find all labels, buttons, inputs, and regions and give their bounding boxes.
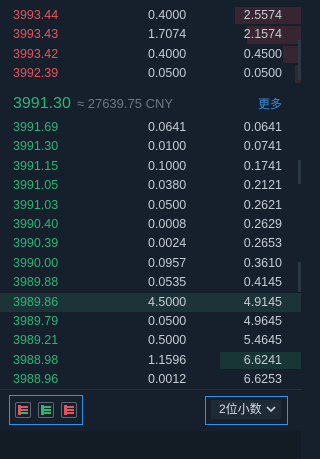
ask-total: 2.1574 — [243, 27, 282, 42]
bid-price: 3991.05 — [13, 178, 59, 193]
asks-list: 3993.44 0.4000 2.5574 3993.43 1.7074 2.1574 39… — [0, 6, 301, 84]
bid-amount: 0.0100 — [148, 139, 187, 154]
bid-price: 3991.69 — [13, 120, 59, 134]
ask-total: 2.5574 — [243, 8, 282, 22]
bid-row[interactable]: 3991.05 0.0380 0.2121 — [0, 176, 301, 195]
bid-total: 4.9645 — [243, 313, 282, 328]
last-price: 3991.30 — [13, 95, 71, 112]
bid-price: 3989.21 — [13, 333, 59, 348]
bid-row[interactable]: 3988.98 1.1596 6.6241 — [0, 351, 301, 370]
bid-price: 3988.98 — [13, 352, 59, 367]
bid-total: 0.0641 — [243, 120, 282, 134]
bid-price: 3989.88 — [13, 275, 59, 290]
bid-row[interactable]: 3991.69 0.0641 0.0641 — [0, 118, 301, 137]
mid-price-bar: 3991.30 ≈ 27639.75 CNY 更多 — [0, 92, 301, 116]
ask-amount: 1.7074 — [148, 27, 187, 42]
ask-total: 0.4500 — [243, 46, 282, 61]
scroll-edge — [298, 262, 301, 292]
bid-total: 0.2629 — [243, 216, 282, 231]
ask-row[interactable]: 3993.42 0.4000 0.4500 — [0, 45, 301, 64]
bid-row[interactable]: 3991.15 0.1000 0.1741 — [0, 157, 301, 176]
layout-bids-button[interactable] — [38, 402, 54, 418]
bid-price: 3991.03 — [13, 197, 59, 212]
bid-row[interactable]: 3989.86 4.5000 4.9145 — [0, 292, 301, 312]
precision-label: 2位小数 — [219, 402, 262, 416]
bid-total: 0.0741 — [243, 139, 282, 154]
last-price-cny: ≈ 27639.75 CNY — [77, 96, 174, 111]
scroll-edge — [298, 40, 301, 80]
bid-total: 0.3610 — [243, 255, 282, 270]
bid-total: 4.9145 — [243, 294, 282, 309]
ask-row[interactable]: 3992.39 0.0500 0.0500 — [0, 64, 301, 83]
bid-row[interactable]: 3989.79 0.0500 4.9645 — [0, 312, 301, 331]
bid-price: 3989.79 — [13, 313, 59, 328]
bid-total: 5.4645 — [243, 333, 282, 348]
bid-amount: 4.5000 — [148, 294, 187, 309]
bid-amount: 0.0380 — [148, 178, 187, 193]
bid-amount: 1.1596 — [148, 352, 187, 367]
divider — [0, 389, 301, 390]
bid-row[interactable]: 3991.30 0.0100 0.0741 — [0, 137, 301, 156]
ask-amount: 0.4000 — [148, 46, 187, 61]
bid-total: 0.2621 — [243, 197, 282, 212]
ask-price: 3993.44 — [13, 8, 59, 22]
bid-price: 3990.00 — [13, 255, 59, 270]
layout-asks-button[interactable] — [61, 402, 77, 418]
bid-amount: 0.0500 — [148, 197, 187, 212]
ask-total: 0.0500 — [243, 66, 282, 81]
bid-amount: 0.0641 — [148, 120, 187, 134]
bid-amount: 0.5000 — [148, 333, 187, 348]
bid-total: 0.1741 — [243, 158, 282, 173]
bid-amount: 0.0535 — [148, 275, 187, 290]
bid-row[interactable]: 3990.40 0.0008 0.2629 — [0, 215, 301, 234]
precision-select[interactable]: 2位小数 — [205, 396, 288, 425]
bid-price: 3989.86 — [13, 294, 59, 309]
footer-strip — [0, 431, 301, 459]
bid-price: 3990.39 — [13, 236, 59, 251]
ask-price: 3992.39 — [13, 66, 59, 81]
ask-row[interactable]: 3993.44 0.4000 2.5574 — [0, 6, 301, 25]
bid-row[interactable]: 3989.88 0.0535 0.4145 — [0, 273, 301, 292]
layout-both-button[interactable] — [15, 402, 31, 418]
scroll-edge — [298, 160, 301, 184]
bid-price: 3990.40 — [13, 216, 59, 231]
bid-row[interactable]: 3991.03 0.0500 0.2621 — [0, 196, 301, 215]
orderbook-panel: 3993.44 0.4000 2.5574 3993.43 1.7074 2.1574 39… — [0, 0, 301, 459]
ask-price: 3993.43 — [13, 27, 59, 42]
layout-toggle-group — [9, 395, 83, 425]
bid-total: 6.6241 — [243, 352, 282, 367]
bid-amount: 0.0012 — [148, 372, 187, 387]
bid-row[interactable]: 3990.39 0.0024 0.2653 — [0, 234, 301, 253]
ask-amount: 0.0500 — [148, 66, 187, 81]
bid-total: 6.6253 — [243, 372, 282, 387]
bid-row[interactable]: 3988.96 0.0012 6.6253 — [0, 370, 301, 389]
more-link[interactable]: 更多 — [258, 92, 282, 116]
bid-amount: 0.0024 — [148, 236, 187, 251]
bids-list: 3991.69 0.0641 0.0641 3991.30 0.0100 0.0741 39… — [0, 118, 301, 389]
bid-row[interactable]: 3990.00 0.0957 0.3610 — [0, 254, 301, 273]
bid-price: 3988.96 — [13, 372, 59, 387]
bid-price: 3991.15 — [13, 158, 59, 173]
ask-row[interactable]: 3993.43 1.7074 2.1574 — [0, 25, 301, 44]
bid-total: 0.2653 — [243, 236, 282, 251]
bid-amount: 0.1000 — [148, 158, 187, 173]
bid-row[interactable]: 3989.21 0.5000 5.4645 — [0, 331, 301, 350]
bid-amount: 0.0008 — [148, 216, 187, 231]
bid-amount: 0.0500 — [148, 313, 187, 328]
chevron-down-icon — [266, 406, 276, 413]
bid-amount: 0.0957 — [148, 255, 187, 270]
bid-total: 0.2121 — [243, 178, 282, 193]
ask-amount: 0.4000 — [148, 8, 187, 22]
ask-price: 3993.42 — [13, 46, 59, 61]
bid-price: 3991.30 — [13, 139, 59, 154]
bid-total: 0.4145 — [243, 275, 282, 290]
precision-select-box: 2位小数 — [211, 400, 281, 419]
